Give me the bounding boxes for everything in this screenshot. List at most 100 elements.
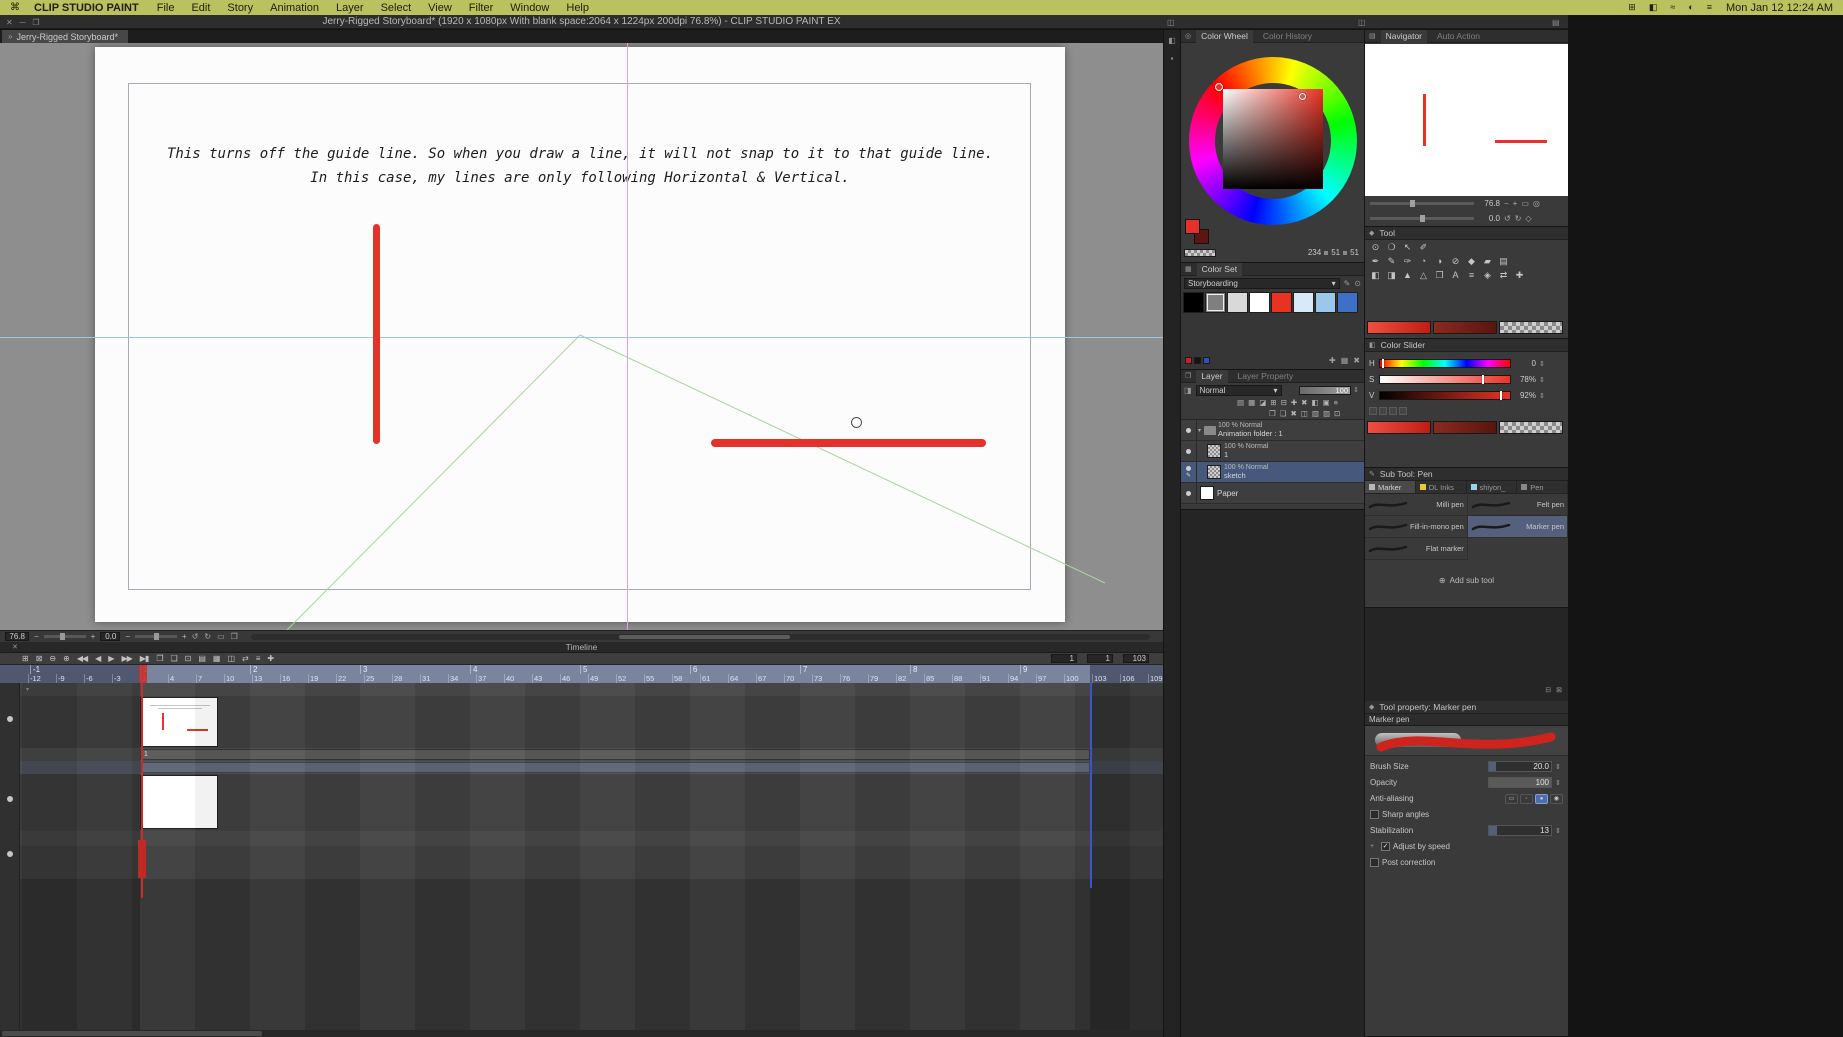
brush-size-value[interactable]: 20.0 [1533,762,1549,772]
layer-toolbar-icon[interactable]: ⊡ [1334,409,1340,418]
layer-row-sketch-selected[interactable]: ✎ 100 % Normal sketch [1181,462,1364,483]
selected-clip-bar[interactable] [140,762,1090,773]
timeline-toolbar-icon[interactable]: ⊞ [22,654,29,663]
sharp-angles-checkbox[interactable] [1370,810,1379,819]
layer-toolbar-icon[interactable]: ⊟ [1281,398,1287,407]
menu-clock[interactable]: Mon Jan 12 12:24 AM [1726,2,1833,14]
playhead-marker[interactable] [139,665,147,683]
color-swatch[interactable] [1293,292,1314,313]
navigator-rotate-icon[interactable]: ◇ [1525,214,1531,223]
timeline-toolbar-icon[interactable]: ▶ [108,654,114,663]
timeline-toolbar-icon[interactable]: ◫ [227,654,235,663]
timeline-ruler[interactable]: -1123456789 -12-9-6-31471013161922252831… [0,665,1163,683]
canvas-h-scrollbar[interactable] [250,633,1150,640]
main-color-tile[interactable] [1367,421,1431,434]
layer-visibility-cell[interactable] [1181,483,1197,503]
stepper-icon[interactable]: ⇕ [1539,360,1545,368]
stepper-icon[interactable]: ⇕ [1555,827,1563,835]
tab-color-history[interactable]: Color History [1258,30,1317,43]
zoom-out-icon[interactable]: − [34,632,39,641]
menu-item[interactable]: Layer [336,2,364,14]
menu-item[interactable]: Story [227,2,253,14]
opacity-value[interactable]: 100 [1536,778,1549,788]
view-icon[interactable]: ❐ [231,632,238,641]
tool-icon[interactable]: ✒ [1369,256,1382,267]
view-icon[interactable]: ↺ [192,632,199,641]
app-menu-title[interactable]: CLIP STUDIO PAINT [34,2,139,14]
rotate-right-icon[interactable]: + [182,632,187,641]
tool-icon[interactable]: ❐ [1433,270,1446,281]
layer-row-cel-1[interactable]: 100 % Normal 1 [1181,441,1364,462]
hue-slider[interactable] [1379,359,1511,368]
timeline-toolbar-icon[interactable]: ⊖ [49,654,56,663]
color-set-footer-icon[interactable]: ✚ [1329,356,1336,365]
menu-item[interactable]: File [157,2,175,14]
color-swatch[interactable] [1315,292,1336,313]
navigator-zoom-slider[interactable] [1370,200,1474,207]
track-row[interactable] [0,846,1163,879]
timeline-h-scrollbar[interactable] [0,1030,1163,1037]
sv-indicator[interactable] [1299,93,1306,100]
layer-visibility-cell[interactable] [1181,420,1197,440]
rotate-left-icon[interactable]: − [125,632,130,641]
tool-icon[interactable]: ▰ [1481,256,1494,267]
layer-toolbar-icon[interactable]: ≡ [1334,398,1338,407]
tool-icon[interactable]: ▤ [1497,256,1510,267]
track-visibility-icon[interactable] [7,716,13,722]
transparent-color-swatch[interactable] [1184,249,1216,257]
color-set-footer-icon[interactable]: ▦ [1341,356,1349,365]
tab-color-set[interactable]: Color Set [1196,263,1243,276]
timeline-toolbar-icon[interactable]: ✚ [267,654,274,663]
color-set-footer-icon[interactable]: ✖ [1353,356,1360,365]
stabilization-value[interactable]: 13 [1540,826,1549,836]
tab-layer-property[interactable]: Layer Property [1233,370,1299,383]
timeline-end-frame[interactable]: 103 [1123,654,1149,663]
timeline-current-frame[interactable]: 1 [1087,654,1113,663]
blend-mode-select[interactable]: Normal ▾ [1195,384,1282,396]
tool-icon[interactable]: ◧ [1369,270,1382,281]
tool-icon[interactable]: ≡ [1465,270,1478,280]
value-value[interactable]: 92% [1514,391,1536,400]
status-icon[interactable]: ⊞ [1628,2,1636,13]
layer-opacity-slider[interactable]: 100 [1299,385,1351,395]
timeline-toolbar-icon[interactable]: ❑ [170,654,177,663]
layer-toolbar-icon[interactable]: ◪ [1259,398,1266,407]
aa-none-button[interactable]: ▭ [1505,793,1518,804]
track-thumbnail-row-2[interactable] [0,774,1163,831]
sub-tool-item[interactable]: Milli pen [1365,494,1468,516]
layer-toolbar-icon[interactable]: ▦ [1248,398,1255,407]
track-thumbnail-row-1[interactable] [0,696,1163,748]
zoom-slider[interactable] [43,633,86,640]
color-swatch[interactable] [1271,292,1292,313]
track-folder-row[interactable]: ▾ [0,683,1163,696]
sub-tool-tab[interactable]: shiyon_ [1466,481,1518,493]
add-sub-tool-row[interactable]: ⊕ Add sub tool [1365,576,1568,585]
track-visibility-icon[interactable] [7,796,13,802]
layer-toolbar-icon[interactable]: ▨ [1323,409,1330,418]
collapsed-palette-icon[interactable]: ◧ [1168,36,1176,45]
color-swatch[interactable] [1183,292,1204,313]
timeline-thumbnail-1[interactable] [140,697,218,747]
clip-bar[interactable]: 1 [140,749,1090,760]
track-row[interactable] [0,831,1163,846]
view-icon[interactable]: ↻ [204,632,211,641]
tool-icon[interactable]: ❍ [1385,242,1398,253]
menu-item[interactable]: View [428,2,452,14]
tool-icon[interactable]: ▲ [1401,270,1414,280]
saturation-value-square[interactable] [1223,89,1323,189]
navigator-zoom-icon[interactable]: ▭ [1521,199,1529,208]
sub-tool-tab[interactable]: Marker [1365,481,1416,493]
layer-visibility-cell[interactable]: ✎ [1181,462,1197,482]
sub-tool-item[interactable]: Felt pen [1467,494,1568,516]
clip-end-marker[interactable] [1090,683,1092,888]
tool-icon[interactable]: ◨ [1385,270,1398,281]
adjust-by-speed-checkbox[interactable]: ✓ [1381,842,1390,851]
dock-collapse-icon[interactable]: ◫ [1358,18,1366,27]
track-visibility-icon[interactable] [7,851,13,857]
color-mode-tab[interactable] [1389,407,1397,415]
layer-row-folder[interactable]: ▾ 100 % Normal Animation folder : 1 [1181,420,1364,441]
timeline-toolbar-icon[interactable]: ◀◀ [77,654,88,663]
navigator-zoom-icon[interactable]: − [1504,199,1509,208]
tab-navigator[interactable]: Navigator [1380,30,1428,43]
track-empty-area[interactable] [0,879,1163,1037]
